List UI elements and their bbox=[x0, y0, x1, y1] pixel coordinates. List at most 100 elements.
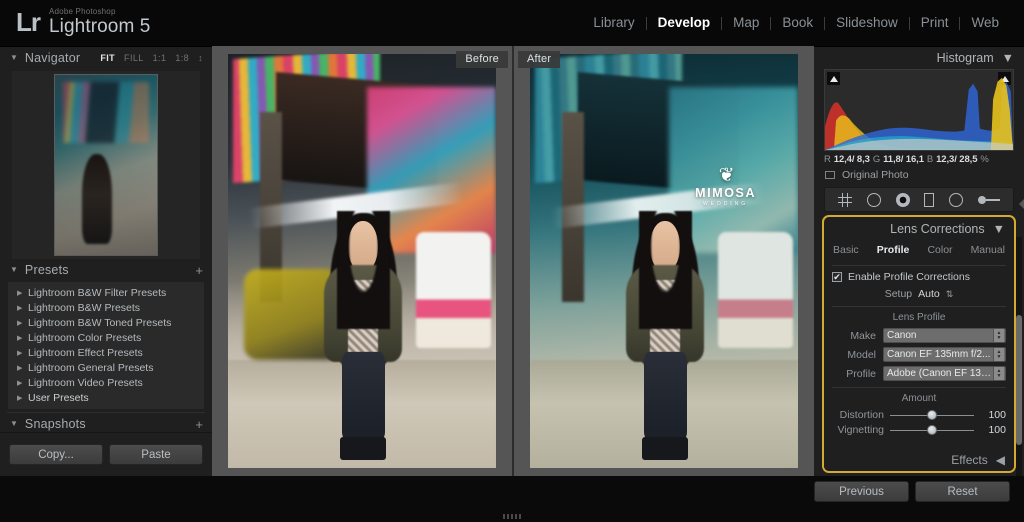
preset-group-effect[interactable]: ▶ Lightroom Effect Presets bbox=[8, 345, 204, 360]
slider-knob[interactable] bbox=[927, 425, 937, 435]
module-library[interactable]: Library bbox=[582, 16, 645, 30]
setup-value[interactable]: Auto bbox=[918, 288, 940, 300]
radial-filter-icon[interactable] bbox=[949, 193, 963, 207]
add-preset-button[interactable]: + bbox=[195, 263, 203, 278]
original-photo-checkbox[interactable]: Original Photo bbox=[814, 165, 1024, 181]
module-web[interactable]: Web bbox=[960, 16, 1010, 30]
preset-group-bw-toned[interactable]: ▶ Lightroom B&W Toned Presets bbox=[8, 315, 204, 330]
section-divider bbox=[832, 265, 1006, 266]
slider-knob[interactable] bbox=[927, 410, 937, 420]
lens-corrections-title: Lens Corrections bbox=[890, 222, 985, 236]
module-develop[interactable]: Develop bbox=[647, 16, 722, 30]
after-label: After bbox=[518, 51, 560, 68]
presets-panel-header[interactable]: ▼ Presets + bbox=[0, 259, 212, 281]
lens-model-select[interactable]: Canon EF 135mm f/2... ▲▼ bbox=[883, 347, 1006, 362]
zoom-stepper-icon[interactable]: ↕ bbox=[198, 53, 203, 63]
zoom-1-1[interactable]: 1:1 bbox=[153, 53, 167, 63]
lightroom-logo-icon: Lr bbox=[16, 9, 49, 36]
module-book[interactable]: Book bbox=[771, 16, 824, 30]
identity-plate[interactable]: Lr Adobe Photoshop Lightroom 5 bbox=[16, 8, 150, 36]
before-photo[interactable] bbox=[228, 54, 496, 468]
reset-button[interactable]: Reset bbox=[915, 481, 1010, 502]
preset-group-label: User Presets bbox=[28, 392, 89, 404]
filmstrip-grip-handle[interactable] bbox=[503, 514, 521, 519]
chevron-updown-icon: ▲▼ bbox=[993, 367, 1004, 380]
navigator-panel-header[interactable]: ▼ Navigator FIT FILL 1:1 1:8 ↕ bbox=[0, 47, 212, 69]
enable-profile-corrections-checkbox[interactable]: ✔ Enable Profile Corrections bbox=[832, 271, 1006, 283]
effects-panel-header[interactable]: Effects ◀ bbox=[824, 449, 1014, 471]
vignetting-value[interactable]: 100 bbox=[980, 424, 1006, 436]
adjustment-brush-icon[interactable] bbox=[978, 196, 1000, 204]
zoom-fill[interactable]: FILL bbox=[124, 53, 144, 63]
preset-group-bw[interactable]: ▶ Lightroom B&W Presets bbox=[8, 300, 204, 315]
distortion-slider-row: Distortion 100 bbox=[832, 409, 1006, 421]
subject-boots bbox=[642, 437, 688, 460]
histogram-panel-header[interactable]: Histogram ▼ bbox=[814, 47, 1024, 69]
preset-group-video[interactable]: ▶ Lightroom Video Presets bbox=[8, 375, 204, 390]
section-divider bbox=[832, 306, 1006, 307]
preset-group-label: Lightroom Video Presets bbox=[28, 377, 143, 389]
setup-stepper-icon[interactable]: ⇅ bbox=[946, 289, 954, 300]
zoom-fit[interactable]: FIT bbox=[100, 53, 115, 63]
after-photo[interactable]: ❦ MIMOSA WEDDING bbox=[530, 54, 798, 468]
lens-model-label: Model bbox=[832, 349, 876, 361]
spot-removal-icon[interactable] bbox=[867, 193, 881, 207]
preset-group-general[interactable]: ▶ Lightroom General Presets bbox=[8, 360, 204, 375]
setup-row: Setup Auto ⇅ bbox=[832, 288, 1006, 300]
subject-legs bbox=[644, 352, 686, 439]
lens-make-select[interactable]: Canon ▲▼ bbox=[883, 328, 1006, 343]
tab-profile[interactable]: Profile bbox=[868, 244, 919, 256]
tab-manual[interactable]: Manual bbox=[962, 244, 1014, 256]
photo-subject bbox=[621, 203, 709, 460]
brand-suite-name: Adobe Photoshop bbox=[49, 8, 150, 16]
original-photo-label: Original Photo bbox=[842, 169, 909, 181]
chevron-down-icon: ▼ bbox=[1002, 51, 1014, 65]
crop-overlay-icon[interactable] bbox=[838, 193, 852, 207]
readout-value-b: 12,3/ 28,5 bbox=[936, 154, 977, 165]
chevron-down-icon: ▼ bbox=[10, 420, 18, 428]
histogram-graph[interactable] bbox=[824, 69, 1014, 151]
chevron-updown-icon: ▲▼ bbox=[993, 348, 1004, 361]
navigator-thumbnail[interactable] bbox=[54, 74, 158, 256]
preset-group-label: Lightroom General Presets bbox=[28, 362, 153, 374]
navigator-preview[interactable] bbox=[12, 71, 200, 259]
copy-settings-button[interactable]: Copy... bbox=[9, 444, 103, 465]
preset-group-bw-filter[interactable]: ▶ Lightroom B&W Filter Presets bbox=[8, 285, 204, 300]
right-panel-collapse-arrow-icon[interactable] bbox=[1019, 199, 1024, 209]
preset-group-user[interactable]: ▶ User Presets bbox=[8, 390, 204, 405]
lens-corrections-header[interactable]: Lens Corrections ▼ bbox=[824, 217, 1014, 241]
histogram-curves bbox=[825, 70, 1013, 150]
scrollbar-thumb[interactable] bbox=[1016, 315, 1022, 445]
paste-settings-button[interactable]: Paste bbox=[109, 444, 203, 465]
previous-button[interactable]: Previous bbox=[814, 481, 909, 502]
module-slideshow[interactable]: Slideshow bbox=[825, 16, 909, 30]
lens-profile-select[interactable]: Adobe (Canon EF 135... ▲▼ bbox=[883, 366, 1006, 381]
chevron-down-icon: ▼ bbox=[10, 54, 18, 62]
checkbox-checked-icon: ✔ bbox=[832, 272, 842, 282]
zoom-1-8[interactable]: 1:8 bbox=[175, 53, 189, 63]
photo-subject bbox=[319, 203, 407, 460]
enable-profile-corrections-label: Enable Profile Corrections bbox=[848, 271, 970, 283]
graduated-filter-icon[interactable] bbox=[924, 193, 934, 207]
watermark-subtitle: WEDDING bbox=[672, 201, 779, 207]
setup-label: Setup bbox=[885, 288, 912, 300]
lens-corrections-body: ✔ Enable Profile Corrections Setup Auto … bbox=[824, 259, 1014, 436]
module-map[interactable]: Map bbox=[722, 16, 770, 30]
lens-profile-label: Profile bbox=[832, 368, 876, 380]
chevron-down-icon: ▼ bbox=[10, 266, 18, 274]
after-pane[interactable]: After bbox=[512, 46, 814, 476]
watermark-swans-icon: ❦ bbox=[672, 166, 779, 185]
lens-corrections-tabs: Basic Profile Color Manual bbox=[824, 241, 1014, 259]
module-print[interactable]: Print bbox=[910, 16, 960, 30]
identity-plate-bar: Lr Adobe Photoshop Lightroom 5 Library D… bbox=[0, 0, 1024, 46]
add-snapshot-button[interactable]: + bbox=[195, 417, 203, 432]
subject-boots bbox=[340, 437, 386, 460]
distortion-slider[interactable] bbox=[890, 410, 974, 420]
tab-color[interactable]: Color bbox=[918, 244, 961, 256]
red-eye-correction-icon[interactable] bbox=[896, 193, 910, 207]
vignetting-slider[interactable] bbox=[890, 425, 974, 435]
distortion-value[interactable]: 100 bbox=[980, 409, 1006, 421]
before-pane[interactable]: Before bbox=[212, 46, 512, 476]
preset-group-color[interactable]: ▶ Lightroom Color Presets bbox=[8, 330, 204, 345]
tab-basic[interactable]: Basic bbox=[824, 244, 868, 256]
